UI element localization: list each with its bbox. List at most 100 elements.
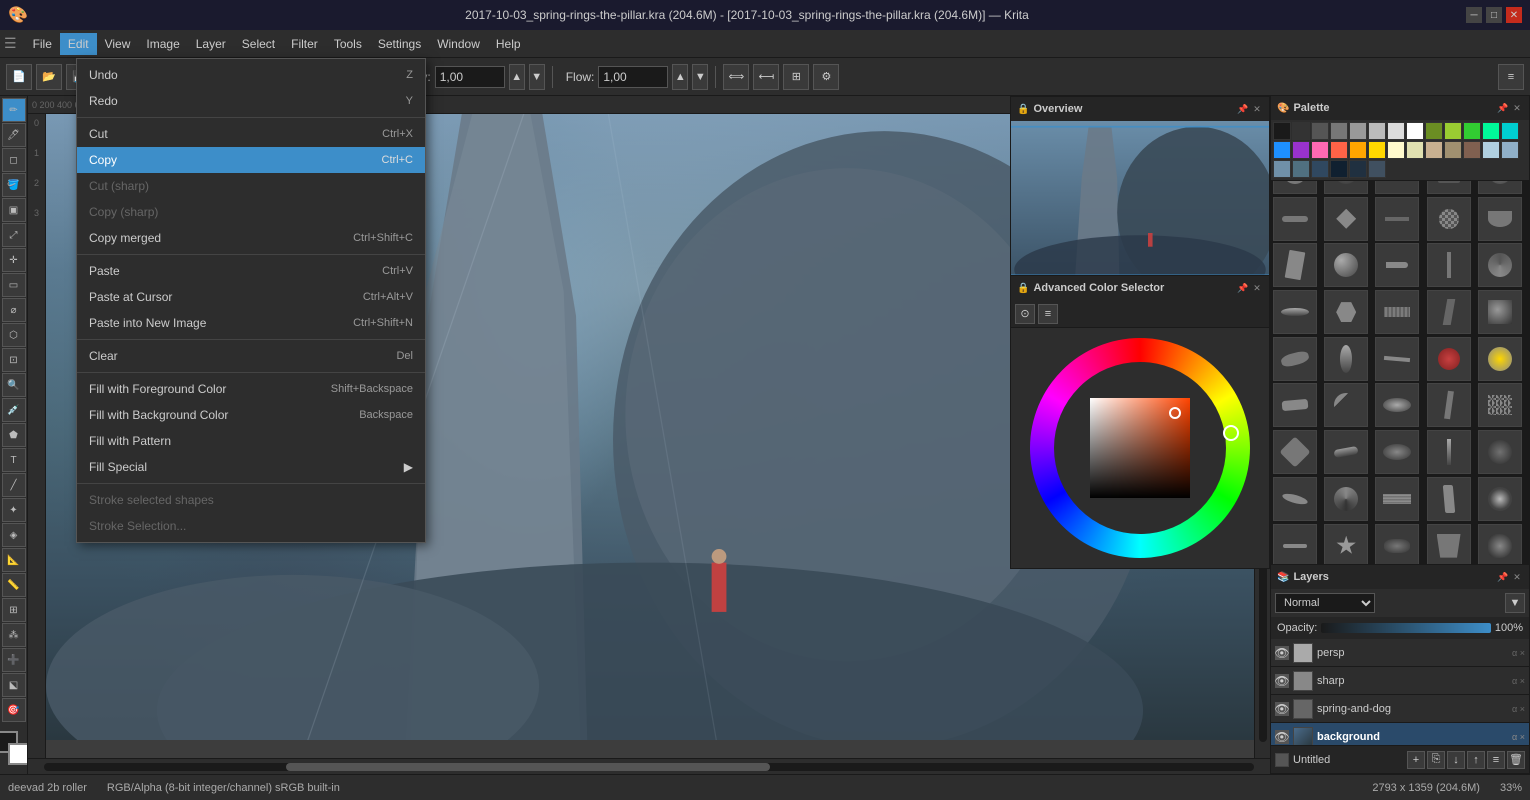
brush-cell[interactable]: [1324, 337, 1368, 381]
brush-cell[interactable]: [1427, 243, 1471, 287]
layer-item-background[interactable]: 👁 background α ×: [1271, 723, 1529, 745]
brush-cell[interactable]: [1478, 524, 1522, 568]
layer-vis-spring[interactable]: 👁: [1275, 702, 1289, 716]
ctx-paste-new[interactable]: Paste into New Image Ctrl+Shift+N: [77, 310, 425, 336]
tool-selection-lasso[interactable]: ⌀: [2, 298, 26, 322]
tool-crop[interactable]: ⊡: [2, 348, 26, 372]
h-scroll-thumb[interactable]: [286, 763, 770, 771]
palette-color-swatch[interactable]: [1425, 122, 1443, 140]
tool-multibrush[interactable]: ⁂: [2, 623, 26, 647]
palette-color-swatch[interactable]: [1482, 141, 1500, 159]
tool-selection-rect[interactable]: ▭: [2, 273, 26, 297]
layers-close[interactable]: ✕: [1511, 571, 1523, 583]
color-selector-wheel-btn[interactable]: ⊙: [1015, 304, 1035, 324]
menu-file[interactable]: File: [25, 33, 60, 55]
brush-cell[interactable]: [1478, 477, 1522, 521]
tool-freehand[interactable]: ✏: [2, 98, 26, 122]
layers-delete[interactable]: 🗑: [1507, 751, 1525, 769]
opacity-up[interactable]: ▲: [509, 64, 525, 90]
brush-cell[interactable]: [1324, 477, 1368, 521]
brush-cell[interactable]: [1478, 337, 1522, 381]
tool-gradient[interactable]: ▣: [2, 198, 26, 222]
palette-color-swatch[interactable]: [1425, 141, 1443, 159]
ctx-copy[interactable]: Copy Ctrl+C: [77, 147, 425, 173]
palette-color-swatch[interactable]: [1349, 122, 1367, 140]
palette-color-swatch[interactable]: [1292, 160, 1310, 178]
ctx-paste-cursor[interactable]: Paste at Cursor Ctrl+Alt+V: [77, 284, 425, 310]
tool-add[interactable]: ➕: [2, 648, 26, 672]
brush-cell[interactable]: [1375, 430, 1419, 474]
palette-color-swatch[interactable]: [1501, 141, 1519, 159]
ctx-copy-merged[interactable]: Copy merged Ctrl+Shift+C: [77, 225, 425, 251]
ctx-fill-pattern[interactable]: Fill with Pattern: [77, 428, 425, 454]
tb-mirror-v[interactable]: ⟻: [753, 64, 779, 90]
minimize-button[interactable]: ─: [1466, 7, 1482, 23]
tool-move[interactable]: ✛: [2, 248, 26, 272]
tool-assistant[interactable]: 📐: [2, 548, 26, 572]
tool-transform[interactable]: ⤢: [2, 223, 26, 247]
brush-cell[interactable]: [1427, 290, 1471, 334]
layer-vis-sharp[interactable]: 👁: [1275, 674, 1289, 688]
palette-color-swatch[interactable]: [1349, 160, 1367, 178]
overview-close[interactable]: ✕: [1251, 103, 1263, 115]
palette-color-swatch[interactable]: [1444, 141, 1462, 159]
brush-cell[interactable]: [1478, 197, 1522, 241]
opacity-bar[interactable]: [1321, 623, 1491, 633]
menu-tools[interactable]: Tools: [326, 33, 370, 55]
menu-edit[interactable]: Edit: [60, 33, 97, 55]
layers-filter[interactable]: ▼: [1505, 593, 1525, 613]
color-wheel-container[interactable]: [1011, 328, 1269, 568]
tool-eraser[interactable]: ◻: [2, 148, 26, 172]
tool-eyedropper[interactable]: 💉: [2, 398, 26, 422]
tb-options[interactable]: ⚙: [813, 64, 839, 90]
palette-color-swatch[interactable]: [1387, 122, 1405, 140]
brush-cell[interactable]: [1273, 383, 1317, 427]
brush-cell[interactable]: [1375, 197, 1419, 241]
color-selector-close[interactable]: ✕: [1251, 282, 1263, 294]
menu-layer[interactable]: Layer: [188, 33, 234, 55]
brush-cell[interactable]: [1427, 337, 1471, 381]
layers-properties[interactable]: ≡: [1487, 751, 1505, 769]
opacity-input[interactable]: [435, 66, 505, 88]
brush-cell[interactable]: [1375, 337, 1419, 381]
brush-cell[interactable]: [1375, 383, 1419, 427]
layers-duplicate[interactable]: ⎘: [1427, 751, 1445, 769]
palette-color-swatch[interactable]: [1387, 141, 1405, 159]
tool-color-picker[interactable]: 🎯: [2, 698, 26, 722]
background-color[interactable]: [8, 743, 29, 765]
brush-cell[interactable]: [1324, 290, 1368, 334]
palette-close[interactable]: ✕: [1511, 102, 1523, 114]
palette-color-swatch[interactable]: [1273, 122, 1291, 140]
menu-settings[interactable]: Settings: [370, 33, 429, 55]
palette-color-swatch[interactable]: [1273, 160, 1291, 178]
brush-cell[interactable]: [1273, 197, 1317, 241]
brush-cell[interactable]: [1273, 477, 1317, 521]
palette-color-swatch[interactable]: [1406, 141, 1424, 159]
window-controls[interactable]: ─ □ ✕: [1466, 7, 1522, 23]
tool-smart-patch[interactable]: ◈: [2, 523, 26, 547]
overview-pin[interactable]: 📌: [1237, 103, 1249, 115]
tool-zoom[interactable]: 🔍: [2, 373, 26, 397]
palette-color-swatch[interactable]: [1292, 141, 1310, 159]
ctx-fill-fg[interactable]: Fill with Foreground Color Shift+Backspa…: [77, 376, 425, 402]
palette-color-swatch[interactable]: [1463, 141, 1481, 159]
palette-color-swatch[interactable]: [1311, 160, 1329, 178]
brush-cell[interactable]: [1427, 197, 1471, 241]
brush-cell[interactable]: [1324, 524, 1368, 568]
menu-help[interactable]: Help: [488, 33, 529, 55]
maximize-button[interactable]: □: [1486, 7, 1502, 23]
layer-item-persp[interactable]: 👁 persp α ×: [1271, 639, 1529, 667]
palette-color-swatch[interactable]: [1406, 122, 1424, 140]
palette-color-swatch[interactable]: [1311, 141, 1329, 159]
brush-cell[interactable]: [1273, 290, 1317, 334]
palette-color-swatch[interactable]: [1349, 141, 1367, 159]
tool-fill[interactable]: 🪣: [2, 173, 26, 197]
tool-calligraphy[interactable]: 🖊: [2, 123, 26, 147]
close-button[interactable]: ✕: [1506, 7, 1522, 23]
brush-cell[interactable]: [1427, 430, 1471, 474]
brush-cell[interactable]: [1478, 430, 1522, 474]
tool-shape[interactable]: ⬟: [2, 423, 26, 447]
brush-cell[interactable]: [1324, 383, 1368, 427]
layers-move-up[interactable]: ↑: [1467, 751, 1485, 769]
overview-thumbnail[interactable]: [1011, 121, 1269, 281]
